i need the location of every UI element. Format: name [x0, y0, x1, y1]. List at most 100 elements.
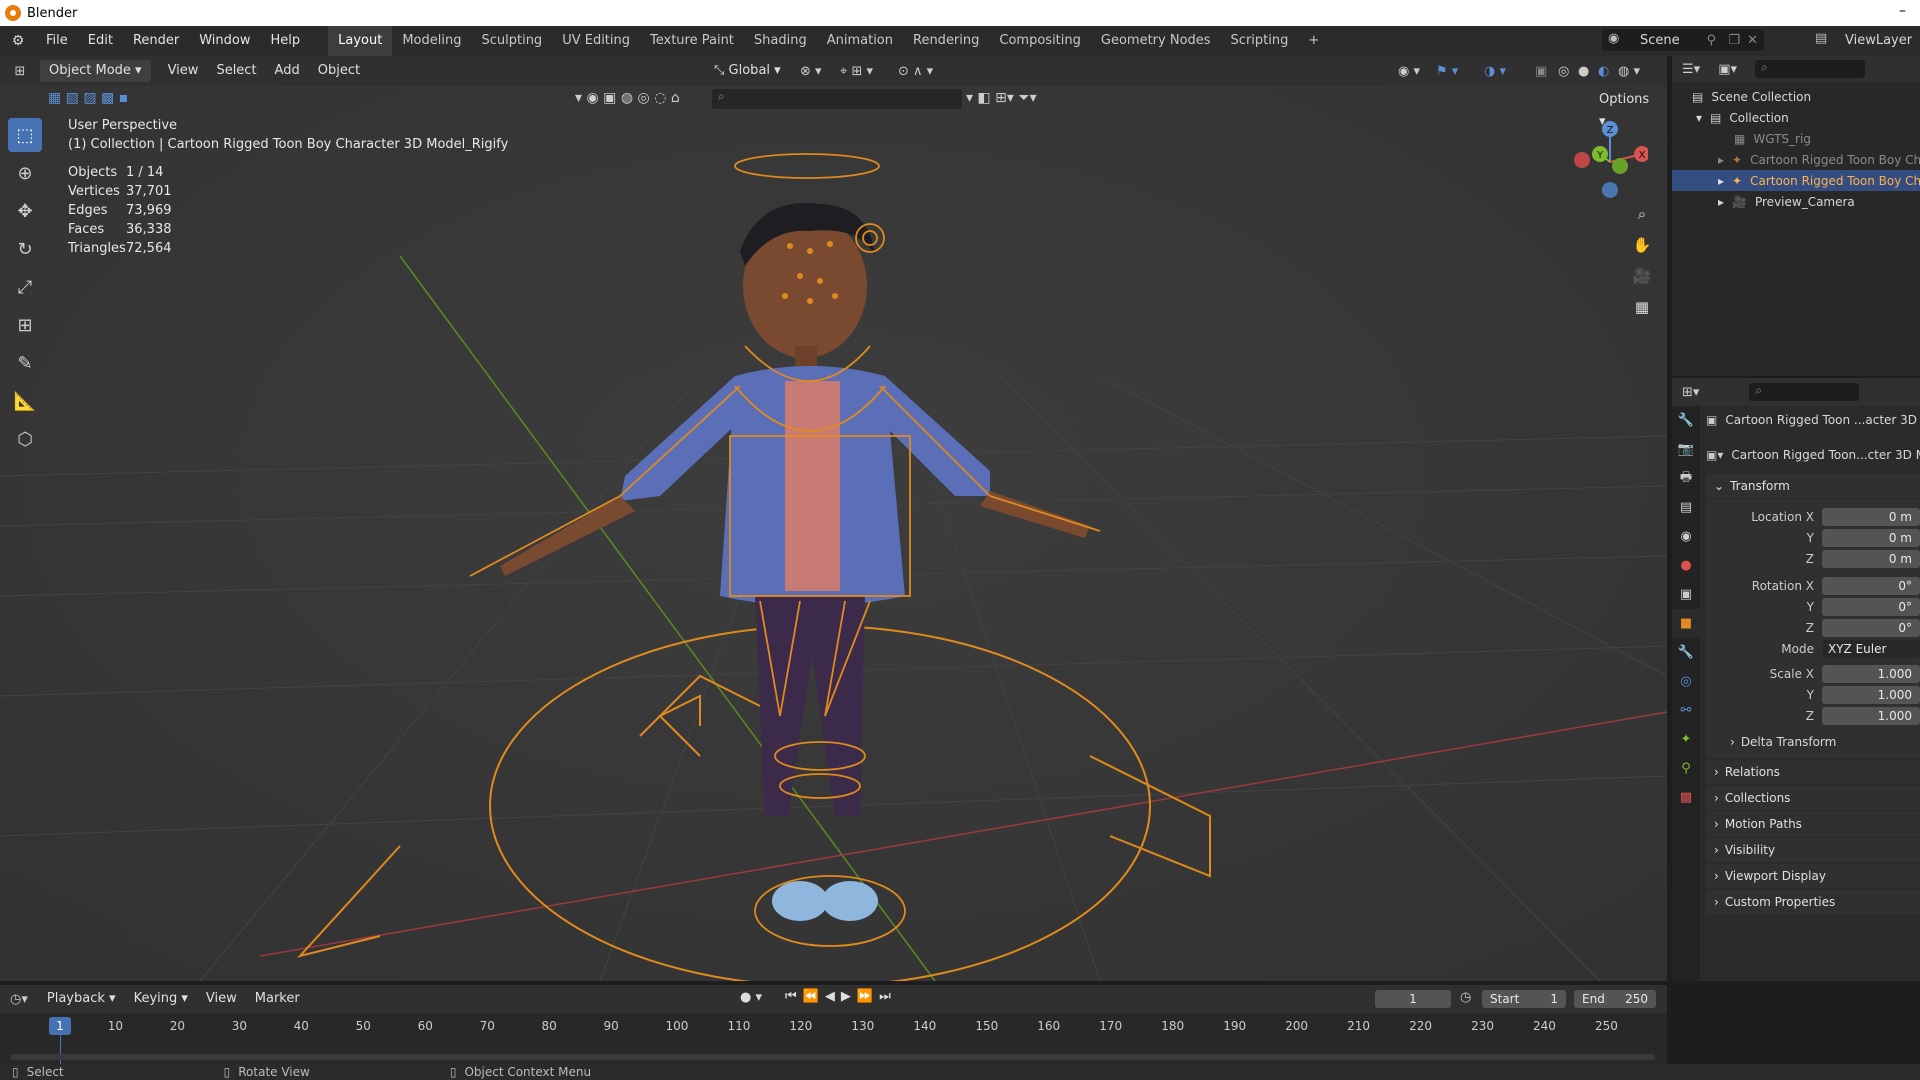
- outliner-row-collection[interactable]: ▾ ▤ Collection: [1672, 107, 1920, 128]
- playback-menu[interactable]: Playback ▾: [38, 988, 125, 1010]
- object-data-field[interactable]: ▣▾ Cartoon Rigged Toon...cter 3D M: [1706, 442, 1920, 468]
- viewport-scene[interactable]: [0, 56, 1667, 981]
- tab-modeling[interactable]: Modeling: [392, 26, 471, 56]
- expand-icon[interactable]: ▸: [1718, 174, 1724, 188]
- object-name-field[interactable]: ▣ Cartoon Rigged Toon ...acter 3D Mo: [1706, 408, 1920, 432]
- end-frame-field[interactable]: End 250: [1574, 990, 1656, 1008]
- camera-view-icon[interactable]: 🎥: [1628, 262, 1656, 290]
- gizmo-toggle-icon[interactable]: ⚑ ▾: [1436, 64, 1458, 79]
- start-frame-field[interactable]: Start 1: [1482, 990, 1566, 1008]
- new-scene-icon[interactable]: ❐: [1728, 33, 1740, 48]
- frame-ruler[interactable]: 1 10 20 30 40 50 60 70 80 90 100 110 120 130 140 150 16…: [0, 1013, 1667, 1065]
- tab-scripting[interactable]: Scripting: [1221, 26, 1299, 56]
- tab-shading[interactable]: Shading: [744, 26, 817, 56]
- outliner-row-object-selected[interactable]: ▸ ✦ Cartoon Rigged Toon Boy Chara: [1672, 170, 1920, 191]
- relations-panel-header[interactable]: › Relations: [1706, 760, 1920, 786]
- menu-file[interactable]: File: [36, 26, 78, 56]
- collection-tab-icon[interactable]: ▣: [1672, 580, 1700, 609]
- rotation-z-field[interactable]: 0°: [1822, 618, 1920, 637]
- tool-tab-icon[interactable]: 🔧: [1672, 406, 1700, 435]
- shading-rendered-icon[interactable]: ◍ ▾: [1618, 64, 1640, 79]
- filter-icons[interactable]: ▾ ◉ ▣ ◍ ◎ ◌ ⌂: [575, 90, 680, 106]
- menu-edit[interactable]: Edit: [78, 26, 123, 56]
- tab-uv-editing[interactable]: UV Editing: [552, 26, 640, 56]
- menu-render[interactable]: Render: [123, 26, 189, 56]
- preview-range-icon[interactable]: ◷: [1460, 990, 1471, 1005]
- transform-panel-header[interactable]: ⌄ Transform: [1706, 474, 1920, 500]
- physics-tab-icon[interactable]: ◎: [1672, 667, 1700, 696]
- timeline-editor-icon[interactable]: ◷▾: [0, 992, 38, 1007]
- scene-tab-icon[interactable]: ◉: [1672, 522, 1700, 551]
- rotation-mode-dropdown[interactable]: XYZ Euler: [1822, 639, 1920, 658]
- object-data-tab-icon[interactable]: ✦: [1672, 725, 1700, 754]
- bone-tab-icon[interactable]: ⚲: [1672, 754, 1700, 783]
- menu-add[interactable]: Add: [266, 60, 309, 82]
- xray-icon[interactable]: ▣: [1535, 64, 1547, 79]
- shading-solid-icon[interactable]: ●: [1578, 64, 1589, 79]
- 3d-viewport[interactable]: ⊞ Object Mode ▾ View Select Add Object ⤡…: [0, 56, 1667, 981]
- rotation-y-field[interactable]: 0°: [1822, 597, 1920, 616]
- options-dropdown[interactable]: Options ▾: [1590, 89, 1667, 129]
- add-cube-tool[interactable]: ⬡: [8, 422, 42, 456]
- location-y-field[interactable]: 0 m: [1822, 528, 1920, 547]
- visibility-icon[interactable]: ◉ ▾: [1398, 64, 1420, 79]
- keying-menu[interactable]: Keying ▾: [125, 988, 197, 1010]
- menu-help[interactable]: Help: [261, 26, 311, 56]
- scale-y-field[interactable]: 1.000: [1822, 685, 1920, 704]
- tab-compositing[interactable]: Compositing: [989, 26, 1091, 56]
- record-icon[interactable]: ● ▾: [740, 990, 762, 1005]
- overlays-toggle-icon[interactable]: ◑ ▾: [1484, 64, 1506, 79]
- view-menu[interactable]: View: [197, 988, 246, 1010]
- scene-selector[interactable]: Scene ⚲ ❐ ✕: [1602, 29, 1764, 51]
- pivot-icon[interactable]: ⊗ ▾: [800, 64, 822, 79]
- output-tab-icon[interactable]: 🖶: [1672, 464, 1700, 493]
- outliner-search-input[interactable]: ⌕: [1755, 60, 1865, 78]
- outliner-row-scene-collection[interactable]: ▤ Scene Collection: [1672, 86, 1920, 107]
- add-workspace-button[interactable]: +: [1298, 26, 1329, 56]
- custom-properties-panel-header[interactable]: › Custom Properties: [1706, 890, 1920, 916]
- motion-paths-panel-header[interactable]: › Motion Paths: [1706, 812, 1920, 838]
- outliner-row-object[interactable]: ▦ WGTS_rig: [1672, 128, 1920, 149]
- viewport-search-input[interactable]: ⌕: [712, 89, 962, 109]
- object-tab-icon[interactable]: ■: [1672, 609, 1700, 638]
- move-tool[interactable]: ✥: [8, 194, 42, 228]
- timeline-editor[interactable]: ◷▾ Playback ▾ Keying ▾ View Marker ● ▾ ⏮…: [0, 985, 1667, 1065]
- render-tab-icon[interactable]: 📷: [1672, 435, 1700, 464]
- outliner-row-object[interactable]: ▸ ✦ Cartoon Rigged Toon Boy Chara: [1672, 149, 1920, 170]
- texture-tab-icon[interactable]: ▩: [1672, 783, 1700, 812]
- selection-mode-icons[interactable]: ▦ ▧ ▨ ▩ ▪: [48, 90, 128, 106]
- world-tab-icon[interactable]: ●: [1672, 551, 1700, 580]
- visibility-panel-header[interactable]: › Visibility: [1706, 838, 1920, 864]
- transform-orientation-dropdown[interactable]: ⤡ Global ▾: [705, 60, 790, 82]
- menu-window[interactable]: Window: [189, 26, 260, 56]
- menu-object[interactable]: Object: [309, 60, 369, 82]
- blender-menu-icon[interactable]: ⚙: [0, 33, 36, 49]
- menu-view[interactable]: View: [159, 60, 208, 82]
- playhead[interactable]: 1: [49, 1017, 71, 1035]
- shading-material-icon[interactable]: ◐: [1598, 64, 1609, 79]
- scale-z-field[interactable]: 1.000: [1822, 706, 1920, 725]
- timeline-scrollbar[interactable]: [10, 1054, 1655, 1060]
- expand-icon[interactable]: ▸: [1718, 195, 1724, 209]
- tab-sculpting[interactable]: Sculpting: [471, 26, 552, 56]
- shading-wireframe-icon[interactable]: ◎: [1558, 64, 1569, 79]
- tab-animation[interactable]: Animation: [817, 26, 903, 56]
- outliner-editor-icon[interactable]: ☰▾: [1672, 62, 1710, 77]
- proportional-edit-icon[interactable]: ⊙ ∧ ▾: [898, 64, 933, 79]
- marker-menu[interactable]: Marker: [246, 988, 309, 1010]
- transform-tool[interactable]: ⊞: [8, 308, 42, 342]
- select-box-tool[interactable]: ⬚: [8, 118, 42, 152]
- display-mode-icon[interactable]: ▣▾: [1710, 62, 1745, 77]
- cursor-tool[interactable]: ⊕: [8, 156, 42, 190]
- navigation-gizmo[interactable]: Z X Y: [1568, 114, 1648, 204]
- object-mode-dropdown[interactable]: Object Mode ▾: [40, 60, 151, 82]
- close-icon[interactable]: ✕: [1747, 33, 1758, 48]
- properties-search-input[interactable]: ⌕: [1749, 383, 1860, 401]
- tab-geometry-nodes[interactable]: Geometry Nodes: [1091, 26, 1221, 56]
- pan-hand-icon[interactable]: ✋: [1628, 231, 1656, 259]
- menu-select[interactable]: Select: [207, 60, 265, 82]
- properties-editor-icon[interactable]: ⊞▾: [1672, 385, 1709, 400]
- filter-options-icons[interactable]: ▾ ◧ ⊞▾ ⏷▾: [966, 90, 1037, 106]
- tab-layout[interactable]: Layout: [328, 26, 393, 56]
- view-layer-tab-icon[interactable]: ▤: [1672, 493, 1700, 522]
